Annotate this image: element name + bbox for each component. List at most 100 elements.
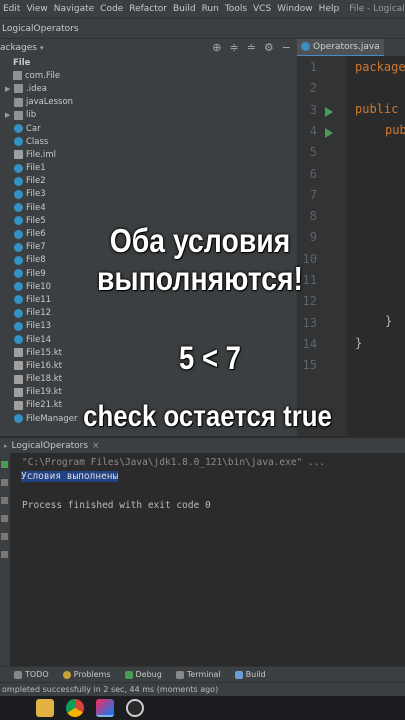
tree-item[interactable]: ▶ .idea [0, 82, 297, 95]
line-number: 5 [309, 145, 317, 160]
pin-icon[interactable] [1, 533, 8, 540]
folder-file-icon [13, 71, 22, 81]
intellij-icon[interactable] [96, 699, 114, 717]
status-message: ompleted successfully in 2 sec, 44 ms (m… [2, 685, 219, 694]
menu-refactor[interactable]: Refactor [126, 4, 170, 14]
rerun-icon[interactable] [1, 461, 8, 468]
java-file-icon [14, 242, 23, 252]
menu-vcs[interactable]: VCS [250, 4, 274, 14]
tree-item[interactable]: File13 [0, 320, 297, 333]
obs-icon[interactable] [126, 699, 144, 717]
kt-file-icon [14, 374, 23, 384]
tree-item-label: File13 [26, 321, 52, 332]
java-file-icon [14, 189, 23, 199]
line-number: 1 [309, 60, 317, 74]
run-gutter-icon[interactable] [325, 106, 333, 117]
tree-item[interactable]: ▶ lib [0, 109, 297, 122]
tree-item[interactable]: File4 [0, 201, 297, 214]
menu-build[interactable]: Build [170, 4, 199, 14]
expand-icon[interactable]: ≐ [247, 41, 256, 54]
run-icon: ▸ [4, 441, 8, 450]
java-file-icon [14, 321, 23, 331]
tree-item-label: File21.kt [26, 400, 62, 411]
code-editor[interactable]: package public pub } } [347, 56, 405, 436]
tree-item-label: File14 [26, 334, 52, 345]
tree-item-label: File.iml [26, 149, 56, 160]
stop-icon[interactable] [1, 479, 8, 486]
code-line-14: } [355, 336, 363, 350]
tree-item[interactable]: File1 [0, 162, 297, 175]
folder-file-icon [14, 84, 23, 94]
run-tab-label[interactable]: LogicalOperators [12, 441, 89, 451]
tool-terminal-label: Terminal [186, 670, 221, 679]
editor-tab-operators[interactable]: Operators.java [297, 38, 384, 57]
gear-icon[interactable]: ⚙ [264, 41, 274, 54]
tree-item[interactable]: Car [0, 122, 297, 135]
java-file-icon [14, 335, 23, 345]
locate-icon[interactable]: ⊕ [212, 41, 221, 54]
tree-item-label: Car [26, 123, 41, 134]
java-file-icon [14, 255, 23, 265]
close-icon[interactable]: × [92, 441, 100, 451]
editor-tab-bar: Operators.java [297, 38, 405, 57]
expand-arrow-icon[interactable]: ▶ [5, 111, 14, 119]
tree-item-label: File5 [26, 215, 46, 226]
menu-edit[interactable]: Edit [0, 4, 23, 14]
chrome-icon[interactable] [66, 699, 84, 717]
menu-tools[interactable]: Tools [222, 4, 250, 14]
collapse-icon[interactable]: ≑ [229, 41, 238, 54]
tree-item-label: File4 [26, 202, 46, 213]
tool-todo[interactable]: TODO [14, 670, 49, 679]
tool-problems[interactable]: Problems [62, 670, 111, 679]
java-file-icon [14, 229, 23, 239]
trash-icon[interactable] [1, 551, 8, 558]
file-explorer-icon[interactable] [36, 699, 54, 717]
menu-run[interactable]: Run [199, 4, 222, 14]
menu-help[interactable]: Help [316, 4, 343, 14]
run-console[interactable]: "C:\Program Files\Java\jdk1.8.0_121\bin\… [0, 453, 405, 666]
project-view-selector[interactable]: ackages [0, 43, 37, 53]
console-output: Условия выполнены [21, 471, 119, 482]
tree-item-label: Class [26, 136, 49, 147]
tree-item[interactable]: File19.kt [0, 386, 297, 399]
tree-item[interactable]: File.iml [0, 148, 297, 161]
tree-item[interactable]: com.File [0, 69, 297, 82]
project-view-dropdown-icon[interactable]: ▾ [40, 44, 44, 52]
tree-item-label: lib [26, 110, 37, 121]
java-file-icon [14, 216, 23, 226]
java-file-icon [14, 137, 23, 147]
tool-debug[interactable]: Debug [124, 670, 162, 679]
tool-build[interactable]: Build [234, 670, 266, 679]
tree-item-label: File10 [26, 281, 52, 292]
java-class-icon [301, 42, 310, 51]
project-name[interactable]: LogicalOperators [2, 24, 79, 34]
menu-code[interactable]: Code [97, 4, 126, 14]
line-number: 6 [309, 166, 317, 181]
tree-item[interactable]: File3 [0, 188, 297, 201]
console-exit: Process finished with exit code 0 [22, 500, 211, 511]
line-number: 13 [302, 315, 317, 330]
tree-item[interactable]: File12 [0, 307, 297, 320]
tree-item[interactable]: File2 [0, 175, 297, 188]
print-icon[interactable] [1, 515, 8, 522]
menu-window[interactable]: Window [274, 4, 316, 14]
windows-start-icon[interactable] [6, 699, 24, 717]
hide-icon[interactable]: − [282, 41, 291, 54]
tool-terminal[interactable]: Terminal [175, 670, 221, 679]
menu-navigate[interactable]: Navigate [51, 4, 97, 14]
line-number: 14 [302, 336, 317, 351]
menu-view[interactable]: View [23, 4, 50, 14]
java-file-icon [14, 269, 23, 279]
project-toolbar: ackages ▾ ⊕ ≑ ≐ ⚙ − [0, 38, 297, 56]
tree-item[interactable]: Class [0, 135, 297, 148]
line-number: 2 [309, 81, 317, 96]
tree-item[interactable]: File [0, 56, 297, 69]
tree-item[interactable]: javaLesson [0, 96, 297, 109]
code-line-13: } [385, 314, 393, 328]
java-file-icon [14, 282, 23, 292]
expand-arrow-icon[interactable]: ▶ [5, 85, 14, 93]
run-gutter-icon[interactable] [325, 127, 333, 138]
tree-item-label: File9 [26, 268, 46, 279]
tool-window-bar: TODO Problems Debug Terminal Build [0, 666, 405, 682]
scroll-icon[interactable] [1, 497, 8, 504]
